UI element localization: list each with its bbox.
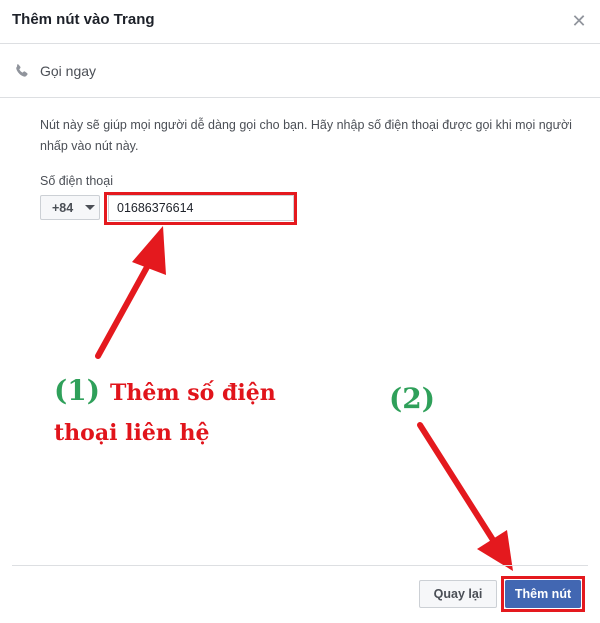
phone-number-input[interactable] (108, 195, 294, 221)
chevron-down-icon (85, 205, 95, 210)
back-button[interactable]: Quay lại (419, 580, 497, 608)
country-code-select[interactable]: +84 (40, 195, 100, 220)
phone-icon (16, 64, 28, 77)
add-button-dialog: Thêm nút vào Trang ✕ Gọi ngay Nút này sẽ… (0, 0, 600, 623)
arrow-1-head (132, 226, 166, 275)
section-title: Gọi ngay (40, 63, 97, 79)
arrow-1-shaft (95, 255, 155, 359)
dialog-header: Thêm nút vào Trang ✕ (0, 0, 600, 44)
dialog-title: Thêm nút vào Trang (12, 11, 155, 28)
annotation-step1-text-line1: Thêm số điện (110, 380, 276, 406)
phone-field-label: Số điện thoại (40, 174, 113, 188)
annotation-step2-number: (2) (389, 382, 435, 415)
call-now-section: Gọi ngay (0, 45, 600, 98)
annotation-step1-number: (1) (54, 374, 100, 407)
add-button[interactable]: Thêm nút (505, 580, 581, 608)
close-icon[interactable]: ✕ (570, 12, 588, 30)
annotation-step1-text-line2: thoại liên hệ (54, 420, 210, 446)
arrow-2-shaft (417, 422, 496, 543)
description-text: Nút này sẽ giúp mọi người dễ dàng gọi ch… (40, 118, 572, 153)
country-code-value: +84 (52, 201, 74, 215)
footer-divider (12, 565, 588, 566)
